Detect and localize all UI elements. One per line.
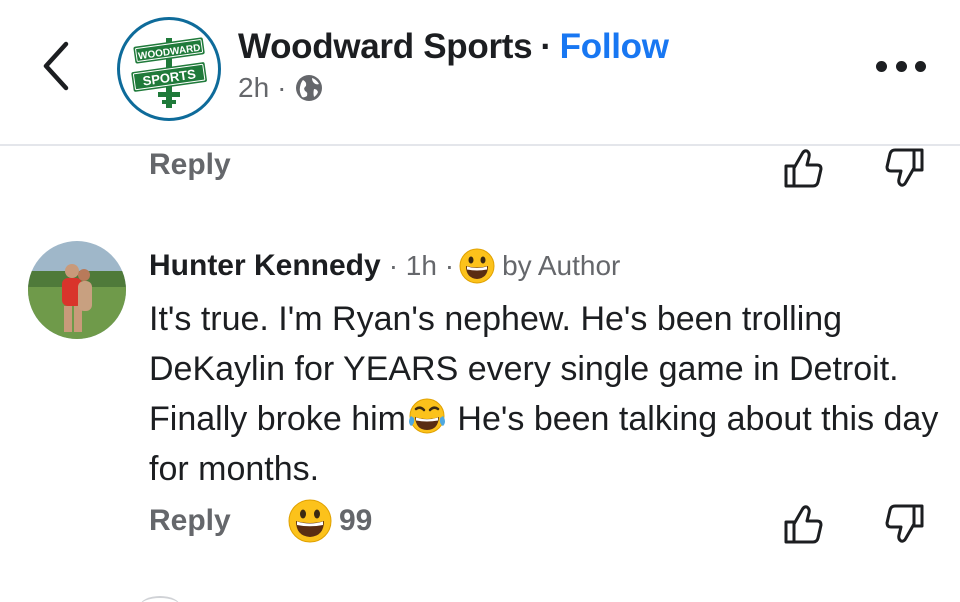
follow-button[interactable]: Follow xyxy=(560,27,669,66)
page-name[interactable]: Woodward Sports xyxy=(238,27,533,66)
post-time[interactable]: 2h xyxy=(238,72,269,104)
next-comment-avatar xyxy=(140,596,180,602)
post-meta: 2h · xyxy=(238,72,324,104)
commenter-avatar[interactable] xyxy=(28,241,126,339)
comment-time: · 1h · xyxy=(388,250,455,281)
thumbs-down-icon[interactable] xyxy=(882,502,926,546)
tears-of-joy-emoji-icon xyxy=(408,398,445,434)
page-avatar-logo[interactable]: WOODWARD SPORTS xyxy=(117,17,221,121)
grinning-face-emoji-icon xyxy=(459,248,495,284)
thumbs-up-icon[interactable] xyxy=(782,502,826,546)
reply-button[interactable]: Reply xyxy=(149,504,231,538)
author-badge: by Author xyxy=(502,250,621,281)
title-separator: · xyxy=(540,27,552,66)
reaction-count[interactable]: 99 xyxy=(339,504,372,538)
globe-icon xyxy=(296,75,323,101)
chevron-left-icon xyxy=(43,41,69,91)
post-header: WOODWARD SPORTS Woodward Sports · Follow 2… xyxy=(0,0,960,146)
facebook-comment-view: WOODWARD SPORTS Woodward Sports · Follow 2… xyxy=(0,0,960,602)
meta-separator: · xyxy=(277,72,287,103)
more-options-button[interactable] xyxy=(876,58,926,74)
comment-body: It's true. I'm Ryan's nephew. He's been … xyxy=(149,294,939,494)
comment-header: Hunter Kennedy · 1h · by Author xyxy=(149,247,620,285)
back-button[interactable] xyxy=(36,40,76,92)
page-title-row: Woodward Sports · Follow xyxy=(238,27,669,67)
thumbs-down-icon[interactable] xyxy=(882,146,926,190)
reply-button[interactable]: Reply xyxy=(149,148,231,182)
more-dot xyxy=(876,60,887,72)
grinning-face-emoji-icon[interactable] xyxy=(287,498,333,544)
more-dot xyxy=(895,60,907,72)
comment-author[interactable]: Hunter Kennedy xyxy=(149,249,381,283)
more-dot xyxy=(915,60,926,72)
thumbs-up-icon[interactable] xyxy=(782,146,826,190)
